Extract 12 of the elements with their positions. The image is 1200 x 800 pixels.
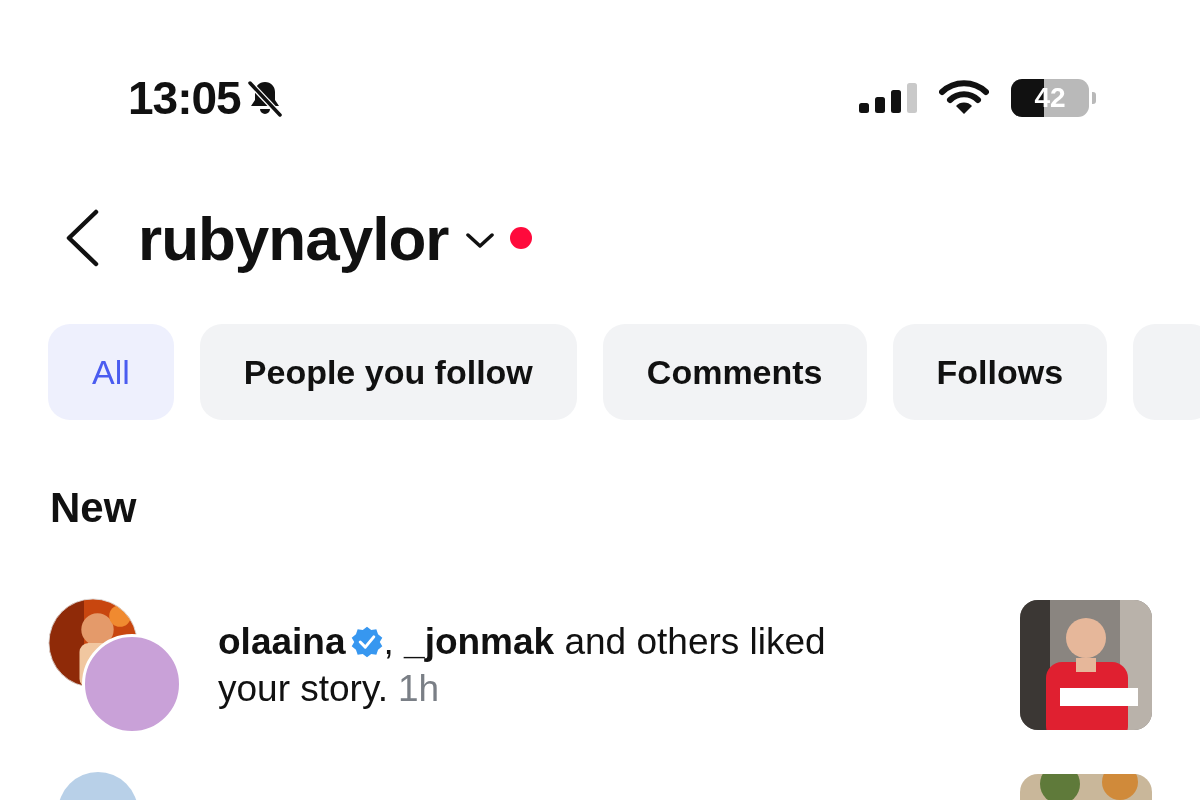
notification-text: olaaina , _jonmak and others liked your story. 1h [218,621,826,709]
filter-chip[interactable]: Follows [892,324,1108,420]
filter-chip[interactable]: People you follow [199,324,577,420]
account-name[interactable]: rubynaylor [138,202,449,274]
filter-chip[interactable]: Comments [602,324,867,420]
wifi-icon [939,80,989,116]
status-time: 13:05 [128,71,241,125]
filter-chip[interactable]: All [48,324,174,420]
signal-icon [859,83,917,113]
back-icon[interactable] [64,209,100,267]
chevron-down-icon[interactable] [466,233,495,249]
section-title: New [49,483,138,532]
